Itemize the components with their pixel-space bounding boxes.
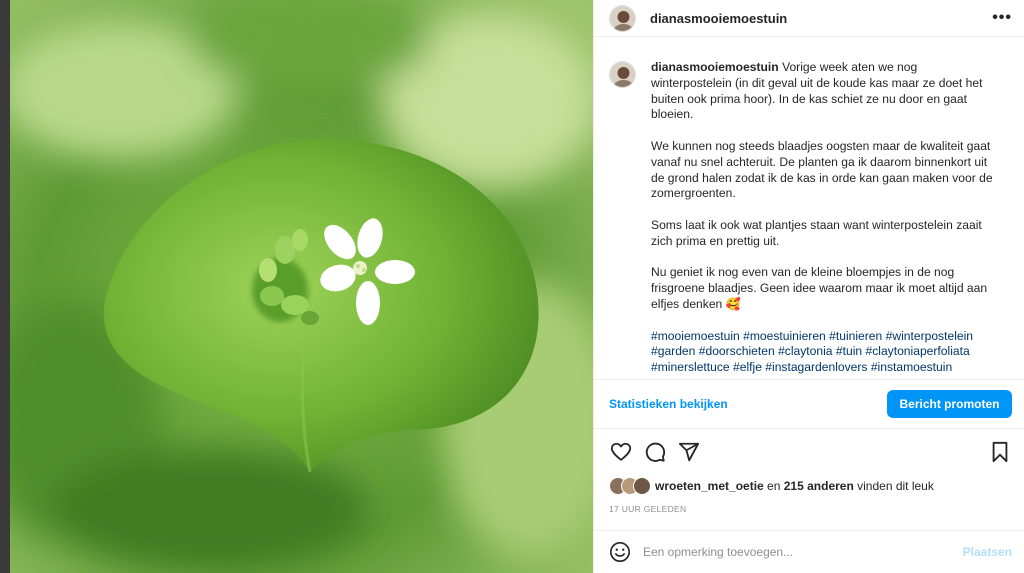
caption-text: dianasmooiemoestuin Vorige week aten we … (651, 60, 996, 378)
emoji-icon[interactable] (609, 541, 631, 563)
author-avatar[interactable] (609, 4, 636, 32)
comment-icon[interactable] (643, 440, 667, 464)
caption-paragraph-2: We kunnen nog steeds blaadjes oogsten ma… (651, 138, 993, 201)
view-insights-link[interactable]: Statistieken bekijken (609, 397, 728, 411)
liker-avatars[interactable] (609, 477, 653, 495)
liker-username[interactable]: wroeten_met_oetie (655, 479, 764, 493)
caption-hashtags[interactable]: #mooiemoestuin #moestuinieren #tuinieren… (651, 329, 996, 378)
author-username[interactable]: dianasmooiemoestuin (650, 11, 787, 26)
likes-connector: en (767, 479, 781, 493)
instagram-post-modal: dianasmooiemoestuin ••• dianasmooiemoest… (0, 0, 1024, 573)
insights-bar: Statistieken bekijken Bericht promoten (594, 379, 1024, 429)
caption-username[interactable]: dianasmooiemoestuin (651, 60, 779, 74)
caption-avatar[interactable] (609, 61, 636, 88)
caption-area: dianasmooiemoestuin Vorige week aten we … (594, 38, 1024, 378)
post-header: dianasmooiemoestuin ••• (594, 0, 1024, 37)
backdrop-edge (0, 0, 10, 573)
more-options-icon[interactable]: ••• (992, 9, 1012, 27)
likes-text: wroeten_met_oetie en 215 anderen vinden … (655, 479, 934, 493)
winterpostelein-flower-image (10, 0, 593, 573)
comment-box: Plaatsen (594, 530, 1024, 573)
post-timestamp[interactable]: 17 UUR GELEDEN (609, 504, 686, 514)
caption-paragraph-4: Nu geniet ik nog even van de kleine bloe… (651, 265, 988, 311)
likes-summary: wroeten_met_oetie en 215 anderen vinden … (609, 477, 934, 495)
post-photo[interactable] (10, 0, 593, 573)
post-side-panel: dianasmooiemoestuin ••• dianasmooiemoest… (593, 0, 1024, 573)
avatar (633, 477, 651, 495)
bookmark-icon[interactable] (988, 440, 1012, 464)
likes-suffix: vinden dit leuk (857, 479, 934, 493)
smiling-face-hearts-emoji: 🥰 (725, 296, 741, 311)
likes-others-count[interactable]: 215 anderen (784, 479, 854, 493)
comment-input[interactable] (643, 545, 955, 559)
heart-icon[interactable] (609, 440, 633, 464)
promote-post-button[interactable]: Bericht promoten (887, 390, 1012, 418)
post-comment-button[interactable]: Plaatsen (963, 545, 1012, 559)
caption-paragraph-3: Soms laat ik ook wat plantjes staan want… (651, 217, 982, 248)
share-icon[interactable] (677, 440, 701, 464)
divider (594, 428, 1024, 429)
action-bar (609, 438, 1012, 466)
